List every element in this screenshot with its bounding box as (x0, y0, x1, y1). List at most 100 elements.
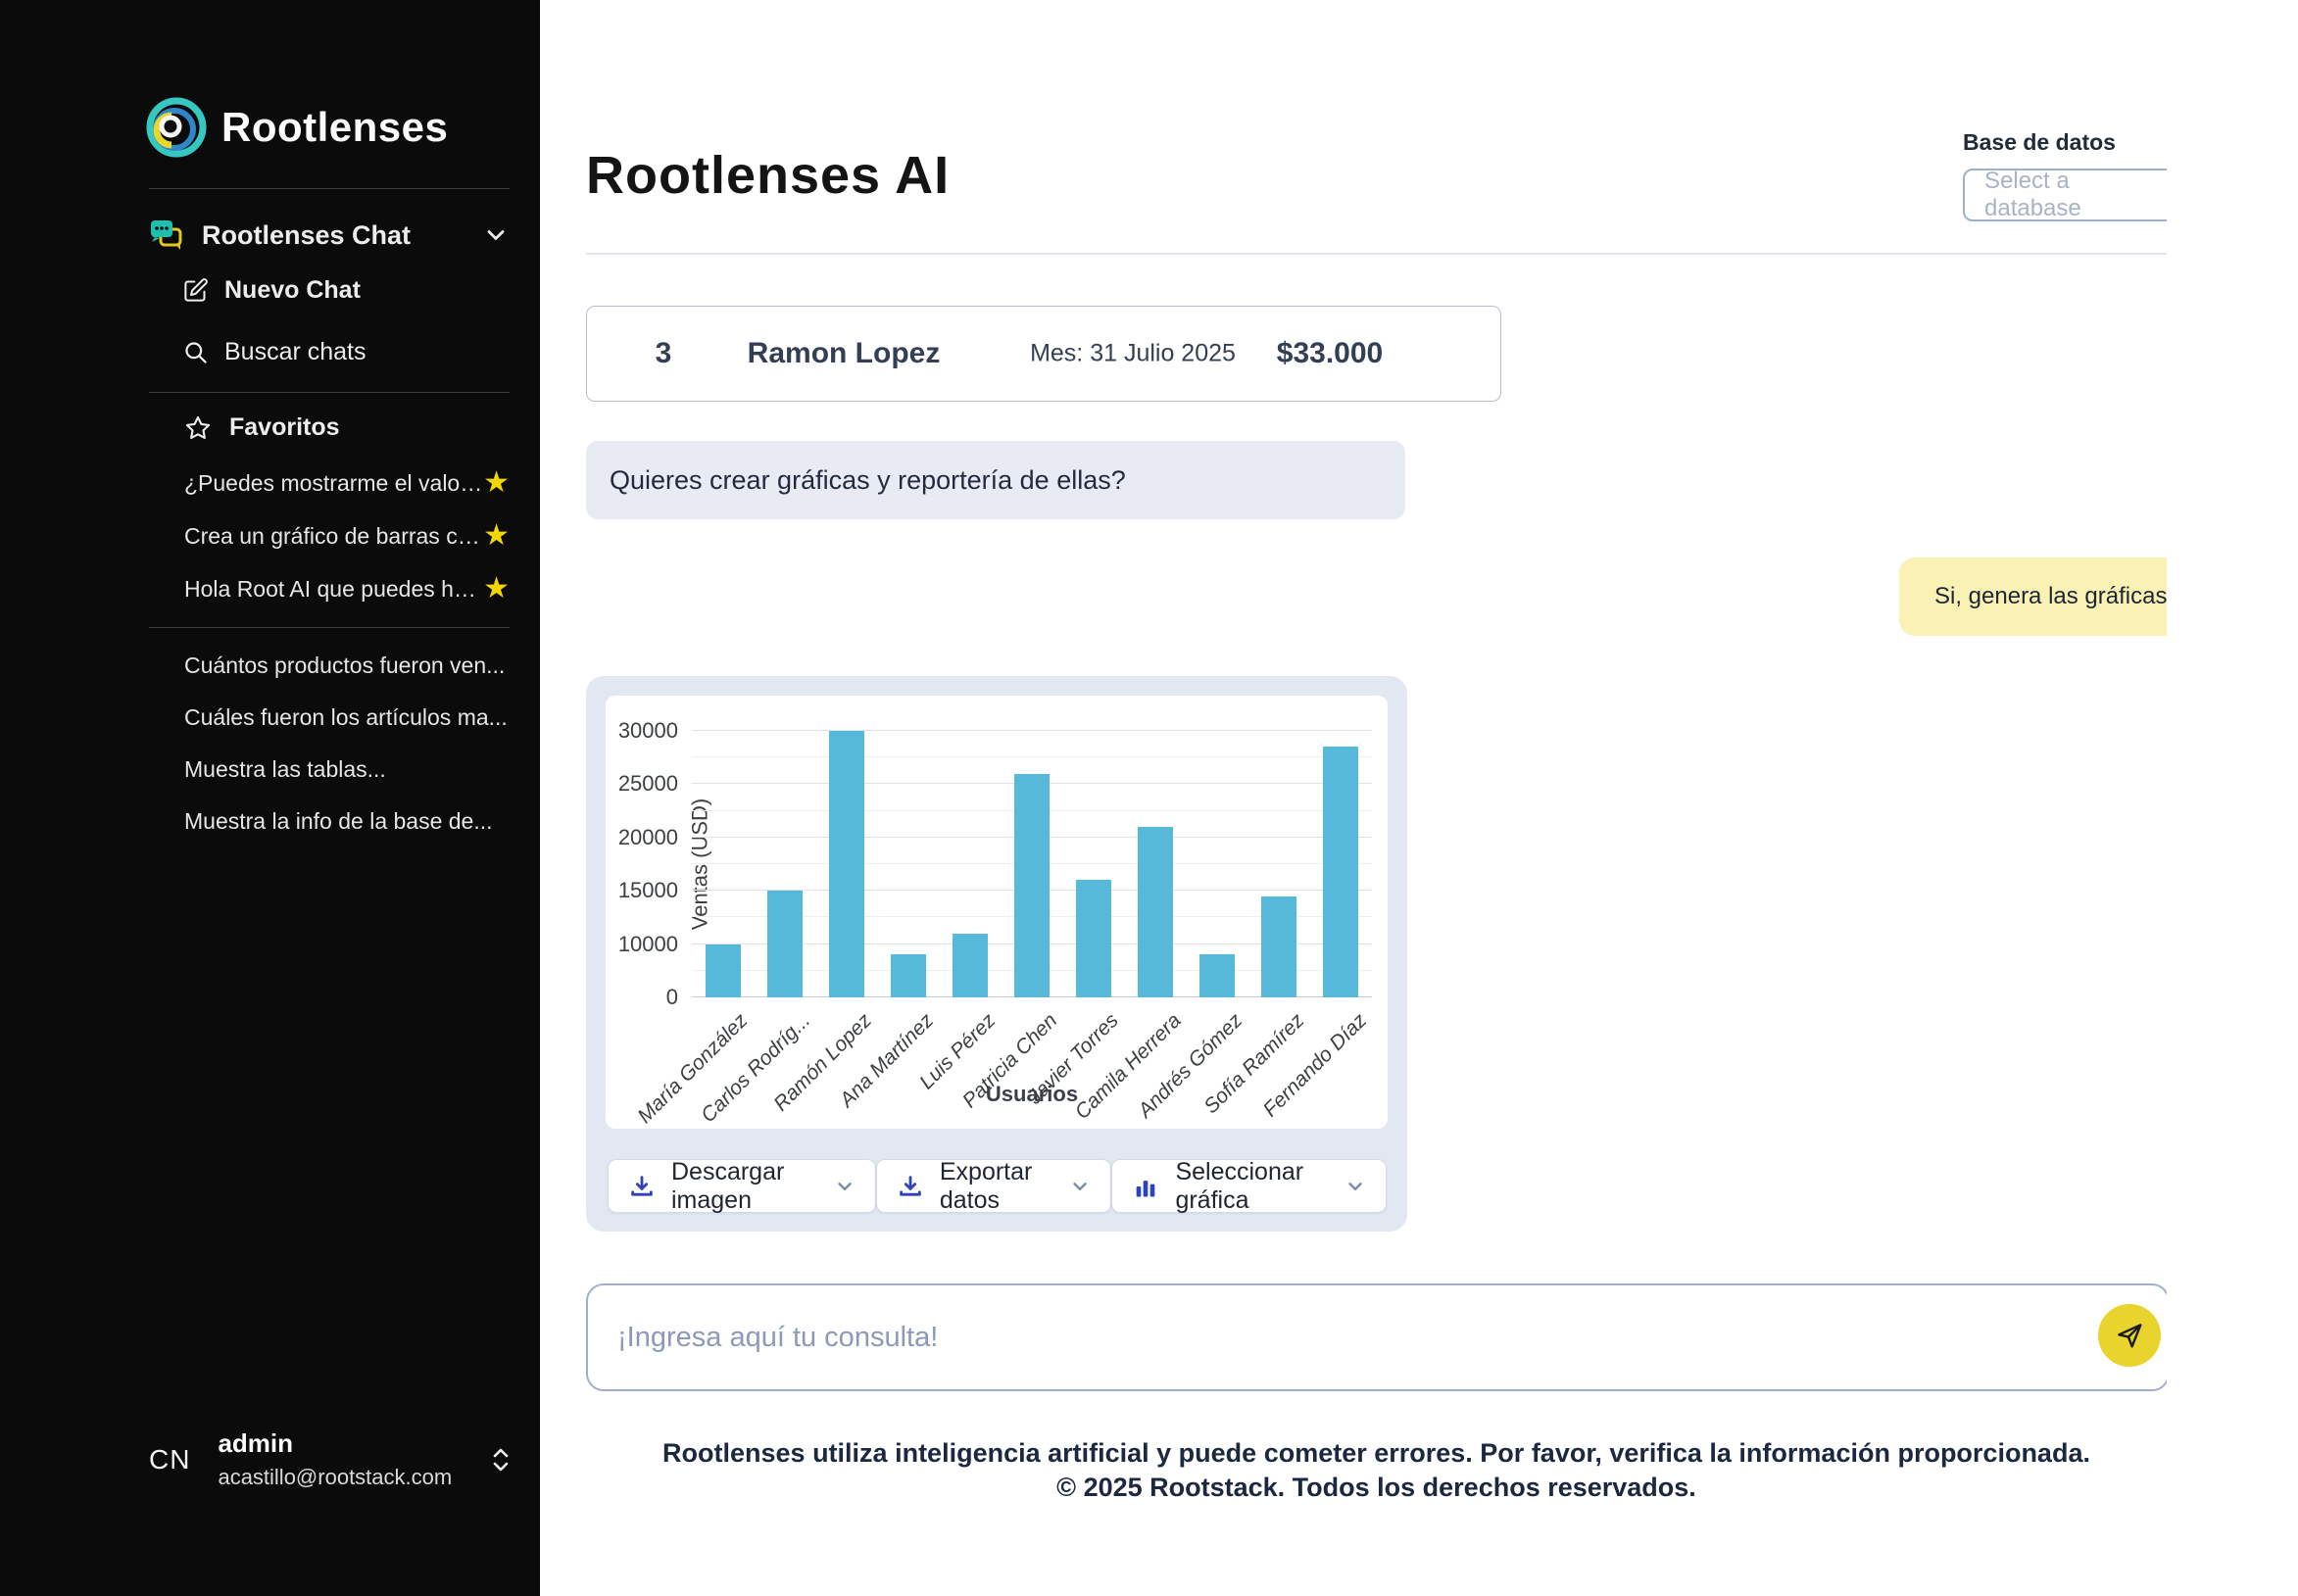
history-chat-item[interactable]: Muestra las tablas... (184, 756, 510, 783)
query-input[interactable] (586, 1283, 2167, 1391)
bot-message-text: Quieres crear gráficas y reportería de e… (610, 465, 1126, 496)
y-tick-label: 10000 (618, 932, 678, 957)
download-icon (628, 1173, 656, 1200)
database-select-placeholder: Select a database (1984, 168, 2139, 222)
new-chat-label: Nuevo Chat (224, 276, 361, 305)
app-logo: Rootlenses (145, 96, 448, 159)
favorite-chat-item[interactable]: Hola Root AI que puedes hac... ★ (184, 574, 510, 604)
disclaimer-text: Rootlenses utiliza inteligencia artifici… (586, 1438, 2167, 1469)
result-card: 3 Ramon Lopez Mes: 31 Julio 2025 $33.000 (586, 306, 1501, 402)
favorite-chat-label: ¿Puedes mostrarme el valor d... (184, 470, 483, 497)
result-month: Mes: 31 Julio 2025 (1030, 340, 1236, 368)
bar (1014, 774, 1050, 997)
sidebar-item-new-chat[interactable]: Nuevo Chat (182, 276, 361, 305)
database-select[interactable]: Select a database (1963, 169, 2167, 221)
history-chat-label: Cuáles fueron los artículos ma... (184, 704, 508, 731)
gridline-minor (692, 756, 1372, 757)
section-label: Rootlenses Chat (202, 220, 411, 251)
bar (1199, 954, 1235, 997)
divider (149, 627, 510, 628)
select-chart-button[interactable]: Seleccionar gráfica (1111, 1159, 1387, 1213)
chevron-down-icon[interactable] (482, 221, 510, 249)
logo-wordmark: Rootlenses (221, 104, 448, 151)
result-amount: $33.000 (1277, 337, 1383, 370)
history-chat-label: Muestra la info de la base de... (184, 808, 493, 835)
download-image-label: Descargar imagen (671, 1158, 814, 1215)
star-filled-icon[interactable]: ★ (483, 468, 510, 498)
favorite-chat-label: Hola Root AI que puedes hac... (184, 576, 483, 603)
sidebar-section-rootlenses-chat[interactable]: Rootlenses Chat (147, 216, 510, 255)
favorite-chat-label: Crea un gráfico de barras con... (184, 523, 483, 550)
user-message-text: Si, genera las gráficas (1934, 583, 2167, 610)
history-chat-item[interactable]: Cuántos productos fueron ven... (184, 653, 510, 679)
export-data-button[interactable]: Exportar datos (876, 1159, 1112, 1213)
y-tick-label: 0 (666, 985, 678, 1010)
chart-plot: 01000015000200002500030000 (692, 731, 1372, 997)
bar (953, 934, 988, 997)
logo-icon (145, 96, 208, 159)
export-data-label: Exportar datos (940, 1158, 1051, 1215)
chevron-down-icon (1069, 1176, 1091, 1197)
sidebar-favorites-header: Favoritos (184, 413, 340, 442)
star-filled-icon[interactable]: ★ (483, 521, 510, 551)
bar (767, 891, 803, 997)
x-tick-label: María González (634, 1009, 754, 1129)
chevron-down-icon (1345, 1176, 1366, 1197)
chart-card: Ventas (USD) 01000015000200002500030000 … (586, 676, 1407, 1232)
page-title: Rootlenses AI (586, 145, 950, 206)
result-name: Ramon Lopez (748, 337, 941, 370)
chevron-down-icon (834, 1176, 856, 1197)
gridline (692, 730, 1372, 731)
select-chart-label: Seleccionar gráfica (1175, 1158, 1325, 1215)
sidebar-item-search-chats[interactable]: Buscar chats (182, 338, 367, 366)
y-tick-label: 30000 (618, 718, 678, 744)
new-chat-icon (182, 277, 209, 304)
result-id: 3 (656, 337, 672, 370)
bar (1138, 827, 1173, 997)
divider (149, 188, 510, 189)
history-chat-item[interactable]: Muestra la info de la base de... (184, 808, 510, 835)
x-tick-label: Carlos Rodríg... (697, 1009, 815, 1128)
bot-message-bubble: Quieres crear gráficas y reportería de e… (586, 441, 1405, 519)
star-outline-icon (184, 414, 212, 442)
history-chat-label: Cuántos productos fueron ven... (184, 653, 505, 679)
favorite-chat-item[interactable]: Crea un gráfico de barras con... ★ (184, 521, 510, 551)
paper-plane-icon (2114, 1320, 2145, 1351)
main-content: Rootlenses AI Base de datos Select a dat… (586, 0, 2167, 1596)
y-tick-label: 20000 (618, 825, 678, 850)
send-button[interactable] (2098, 1304, 2161, 1367)
copyright-text: © 2025 Rootstack. Todos los derechos res… (586, 1473, 2167, 1503)
favorite-chat-item[interactable]: ¿Puedes mostrarme el valor d... ★ (184, 468, 510, 498)
bar-chart: Ventas (USD) 01000015000200002500030000 … (606, 696, 1388, 1129)
user-name: admin (218, 1428, 452, 1459)
history-chat-label: Muestra las tablas... (184, 756, 386, 783)
footer: Rootlenses utiliza inteligencia artifici… (586, 1438, 2167, 1503)
bar-chart-icon (1132, 1173, 1159, 1200)
chart-actions: Descargar imagen Exportar datos (608, 1159, 1387, 1213)
composer (586, 1283, 2167, 1391)
sidebar: Rootlenses Rootlenses Chat N (0, 0, 540, 1596)
bar (891, 954, 926, 997)
user-meta: admin acastillo@rootstack.com (218, 1428, 452, 1490)
up-down-chevron-icon[interactable] (490, 1445, 512, 1475)
bar (706, 944, 741, 997)
divider (149, 392, 510, 393)
download-icon (897, 1173, 924, 1200)
user-email: acastillo@rootstack.com (218, 1465, 452, 1490)
history-chat-item[interactable]: Cuáles fueron los artículos ma... (184, 704, 510, 731)
x-axis-title: Usuarios (692, 1082, 1372, 1107)
search-chats-label: Buscar chats (224, 338, 367, 366)
favorites-label: Favoritos (229, 413, 340, 442)
search-icon (182, 339, 209, 365)
star-filled-icon[interactable]: ★ (483, 574, 510, 604)
user-account-menu[interactable]: CN admin acastillo@rootstack.com (149, 1428, 512, 1490)
y-tick-label: 25000 (618, 771, 678, 797)
bar (829, 731, 864, 997)
avatar: CN (149, 1444, 190, 1475)
bar (1261, 896, 1296, 997)
user-message-bubble: Si, genera las gráficas (1899, 557, 2167, 636)
divider (586, 253, 2167, 255)
bar (1076, 880, 1111, 997)
main-area: Rootlenses AI Base de datos Select a dat… (540, 0, 2298, 1596)
download-image-button[interactable]: Descargar imagen (608, 1159, 876, 1213)
